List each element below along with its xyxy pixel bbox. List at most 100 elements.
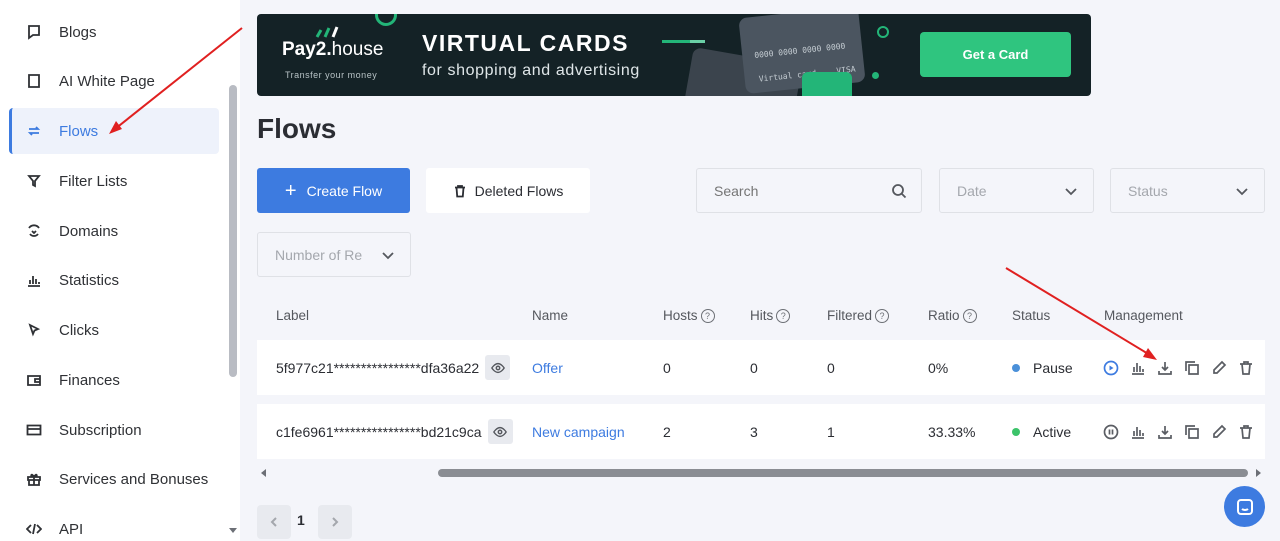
sidebar-item-filter-lists[interactable]: Filter Lists [9,158,219,204]
scroll-left-arrow-icon[interactable] [261,469,266,477]
sidebar-item-label: Clicks [59,321,99,339]
hits-value: 0 [750,359,758,376]
plus-icon: + [284,179,297,202]
column-hits[interactable]: Hits? [750,308,791,323]
sidebar-scrollbar[interactable] [229,85,237,377]
statistics-icon [25,271,43,289]
flow-name-link[interactable]: Offer [532,340,563,395]
prev-page-button[interactable] [257,505,291,539]
download-icon[interactable] [1156,423,1174,441]
decorative-dash [662,40,692,43]
sidebar-item-label: API [59,520,84,538]
help-icon[interactable]: ? [875,308,890,323]
chat-launcher-button[interactable] [1224,486,1265,527]
banner-subhead: for shopping and advertising [422,62,640,79]
search-input[interactable] [714,182,880,199]
banner-tagline: Transfer your money [285,70,378,80]
status-badge: Active [1012,404,1071,459]
help-icon[interactable]: ? [962,308,977,323]
chevron-left-icon [270,517,277,527]
domains-icon [25,222,43,240]
wallet-icon [25,371,43,389]
play-icon[interactable] [1102,359,1120,377]
banner-headline: VIRTUAL CARDS [422,30,629,56]
help-icon[interactable]: ? [700,308,715,323]
column-label[interactable]: Label [276,308,309,323]
column-name[interactable]: Name [532,308,568,323]
column-ratio[interactable]: Ratio? [928,308,977,323]
sidebar-item-label: Subscription [59,421,142,439]
chat-icon [1236,498,1253,515]
flow-name-link[interactable]: New campaign [532,404,625,459]
scroll-right-arrow-icon[interactable] [1256,469,1261,477]
management-actions [1102,340,1255,395]
copy-icon[interactable] [1183,359,1201,377]
eye-icon[interactable] [485,355,511,380]
edit-icon[interactable] [1210,423,1228,441]
status-badge: Pause [1012,340,1073,395]
column-status[interactable]: Status [1012,308,1050,323]
sidebar-item-flows[interactable]: Flows [9,108,219,154]
decorative-dash [690,40,705,43]
decorative-card [802,72,852,96]
sidebar-item-statistics[interactable]: Statistics [9,257,219,303]
card-icon [25,421,43,439]
sidebar-item-api[interactable]: API [9,506,219,541]
deleted-flows-button[interactable]: Deleted Flows [426,168,590,213]
column-filtered[interactable]: Filtered? [827,308,890,323]
pause-icon[interactable] [1102,423,1120,441]
table-row: c1fe6961****************bd21c9ca New cam… [257,404,1265,459]
sidebar-item-services-and-bonuses[interactable]: Services and Bonuses [9,456,219,502]
scroll-down-arrow-icon[interactable] [229,528,237,533]
filter-icon [25,172,43,190]
statistics-icon[interactable] [1129,359,1147,377]
status-dot [1012,427,1020,436]
sidebar-item-clicks[interactable]: Clicks [9,307,219,353]
column-hosts[interactable]: Hosts? [663,308,715,323]
records-per-page-select[interactable]: Number of Re [257,232,411,277]
filtered-value: 1 [827,423,835,440]
search-field[interactable] [696,168,922,213]
sidebar-item-label: Flows [59,122,99,140]
table-horizontal-scrollbar[interactable] [438,469,1248,477]
trash-icon[interactable] [1237,423,1255,441]
help-icon[interactable]: ? [776,308,791,323]
decorative-ring [375,14,397,26]
code-icon [25,520,43,538]
get-a-card-button[interactable]: Get a Card [920,32,1071,77]
sidebar-item-ai-white-page[interactable]: AI White Page [9,58,219,104]
download-icon[interactable] [1156,359,1174,377]
sidebar-item-label: Services and Bonuses [59,470,209,488]
sidebar-item-subscription[interactable]: Subscription [9,407,219,453]
sidebar-item-label: AI White Page [59,72,155,90]
sidebar-item-label: Statistics [59,271,120,289]
table-header: Label Name Hosts? Hits? Filtered? Ratio?… [257,296,1265,336]
sidebar-item-finances[interactable]: Finances [9,357,219,403]
copy-icon[interactable] [1183,423,1201,441]
hosts-value: 2 [663,423,671,440]
sidebar-item-domains[interactable]: Domains [9,208,219,254]
status-dot [1012,363,1020,372]
trash-icon[interactable] [1237,359,1255,377]
search-icon[interactable] [891,183,907,199]
trash-icon [454,184,465,197]
blog-icon [25,23,43,41]
date-select[interactable]: Date [939,168,1094,213]
chevron-right-icon [332,517,339,527]
sidebar-item-label: Domains [59,222,119,240]
statistics-icon[interactable] [1129,423,1147,441]
eye-icon[interactable] [487,419,513,444]
sidebar-item-label: Filter Lists [59,172,128,190]
edit-icon[interactable] [1210,359,1228,377]
next-page-button[interactable] [318,505,352,539]
create-flow-button[interactable]: + Create Flow [257,168,410,213]
promo-banner[interactable]: Pay2.house Transfer your money VIRTUAL C… [257,14,1091,96]
page-title: Flows [257,113,337,144]
status-select[interactable]: Status [1110,168,1265,213]
current-page[interactable]: 1 [297,512,305,528]
table-row: 5f977c21****************dfa36a22 Offer 0… [257,340,1265,395]
flow-label-cell: c1fe6961****************bd21c9ca [276,404,513,459]
pay2house-logo-mark-icon [315,26,339,38]
sidebar-item-blogs[interactable]: Blogs [9,9,219,55]
flow-label-cell: 5f977c21****************dfa36a22 [276,340,511,395]
